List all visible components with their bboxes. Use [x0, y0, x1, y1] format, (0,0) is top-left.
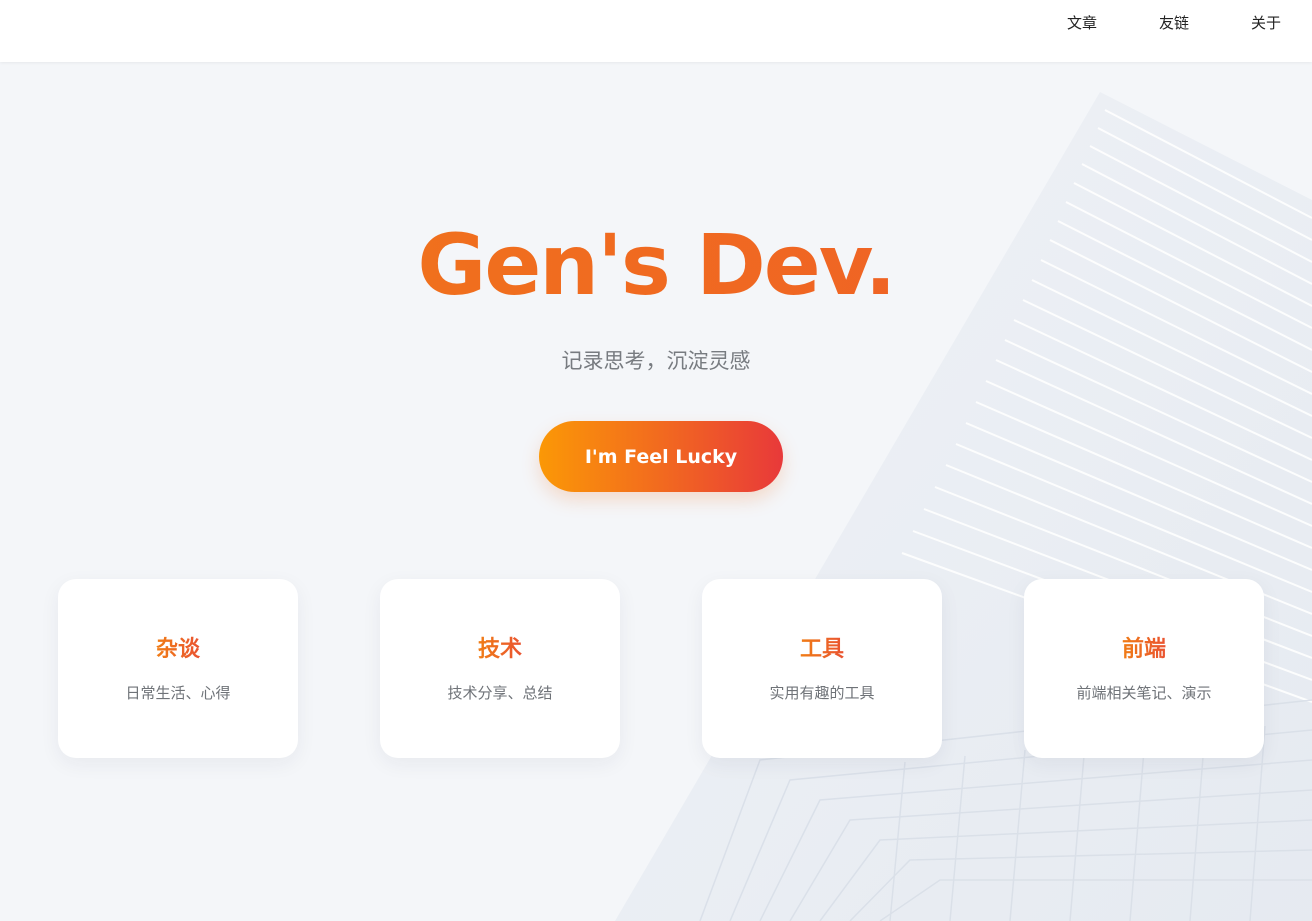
- card-description: 技术分享、总结: [447, 684, 553, 702]
- nav-item-friend-links[interactable]: 友链: [1159, 13, 1189, 33]
- card-title: 工具: [702, 635, 942, 665]
- nav-item-articles[interactable]: 文章: [1067, 13, 1097, 33]
- card-description: 日常生活、心得: [125, 684, 231, 702]
- category-card-frontend[interactable]: 前端 前端相关笔记、演示: [1024, 579, 1264, 758]
- card-title: 杂谈: [58, 635, 298, 665]
- page: 文章 友链 关于 Gen's Dev. 记录思考，沉淀灵感 I'm Feel L…: [0, 0, 1312, 921]
- nav-item-about[interactable]: 关于: [1251, 13, 1281, 33]
- card-description: 前端相关笔记、演示: [1076, 684, 1212, 702]
- category-card-chitchat[interactable]: 杂谈 日常生活、心得: [58, 579, 298, 758]
- card-title: 技术: [380, 635, 620, 665]
- site-subtitle: 记录思考，沉淀灵感: [561, 349, 751, 373]
- top-navbar: 文章 友链 关于: [0, 0, 1312, 62]
- site-title: Gen's Dev.: [0, 215, 1312, 315]
- card-description: 实用有趣的工具: [769, 684, 875, 702]
- category-card-tools[interactable]: 工具 实用有趣的工具: [702, 579, 942, 758]
- feel-lucky-button[interactable]: I'm Feel Lucky: [539, 421, 783, 492]
- category-card-tech[interactable]: 技术 技术分享、总结: [380, 579, 620, 758]
- card-title: 前端: [1024, 635, 1264, 665]
